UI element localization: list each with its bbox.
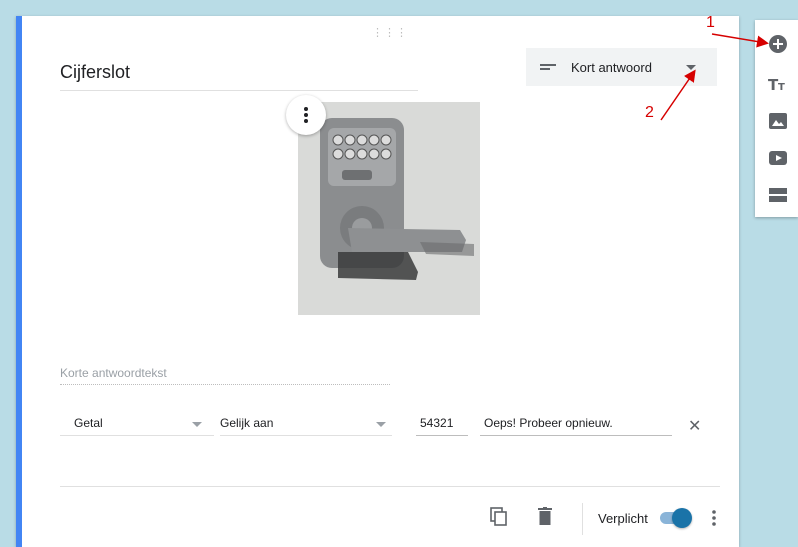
question-type-select[interactable]: Kort antwoord [526, 48, 717, 86]
validation-value: 54321 [420, 416, 454, 430]
validation-error-text: Oeps! Probeer opnieuw. [484, 416, 613, 430]
question-type-label: Kort antwoord [571, 60, 652, 75]
validation-error-underline [480, 435, 672, 436]
validation-type-label: Getal [74, 416, 103, 430]
chevron-down-icon [192, 422, 202, 427]
question-image [298, 102, 480, 315]
validation-condition-underline [220, 435, 392, 436]
add-section-icon[interactable] [768, 185, 788, 205]
add-video-icon[interactable] [768, 148, 788, 168]
add-title-icon[interactable]: T T [768, 74, 788, 94]
validation-type-underline [60, 435, 214, 436]
drag-handle-icon[interactable]: ⋮⋮⋮ [372, 26, 408, 39]
short-answer-icon [540, 64, 556, 70]
validation-condition-label: Gelijk aan [220, 416, 274, 430]
chevron-down-icon [376, 422, 386, 427]
card-focus-accent [16, 16, 22, 547]
short-answer-placeholder: Korte antwoordtekst [60, 366, 390, 385]
validation-value-input[interactable]: 54321 [420, 416, 453, 430]
duplicate-icon[interactable] [490, 507, 508, 527]
delete-icon[interactable] [538, 507, 552, 525]
footer-divider-line [60, 486, 720, 487]
floating-toolbar: T T [755, 20, 798, 217]
required-label: Verplicht [598, 511, 648, 526]
add-question-icon[interactable] [768, 34, 788, 54]
image-options-button[interactable] [286, 95, 326, 135]
add-image-icon[interactable] [768, 111, 788, 131]
footer-vertical-divider [582, 503, 583, 535]
chevron-down-icon [686, 65, 696, 70]
validation-value-underline [416, 435, 468, 436]
door-lock-image [298, 102, 480, 315]
question-card[interactable]: ⋮⋮⋮ Cijferslot Kort antwoord Korte antwo… [16, 16, 739, 547]
validation-condition-select[interactable]: Gelijk aan [220, 416, 273, 430]
more-vert-icon[interactable] [712, 510, 716, 526]
required-toggle-knob[interactable] [672, 508, 692, 528]
annotation-number-1: 1 [706, 14, 715, 31]
more-vert-icon [304, 107, 308, 123]
question-title-input[interactable]: Cijferslot [60, 62, 418, 91]
svg-text:T: T [778, 82, 785, 93]
left-background [0, 0, 16, 547]
validation-type-select[interactable]: Getal [74, 416, 103, 430]
annotation-number-2: 2 [645, 104, 654, 121]
close-validation-icon[interactable]: ✕ [688, 416, 701, 436]
validation-error-input[interactable]: Oeps! Probeer opnieuw. [484, 416, 613, 430]
